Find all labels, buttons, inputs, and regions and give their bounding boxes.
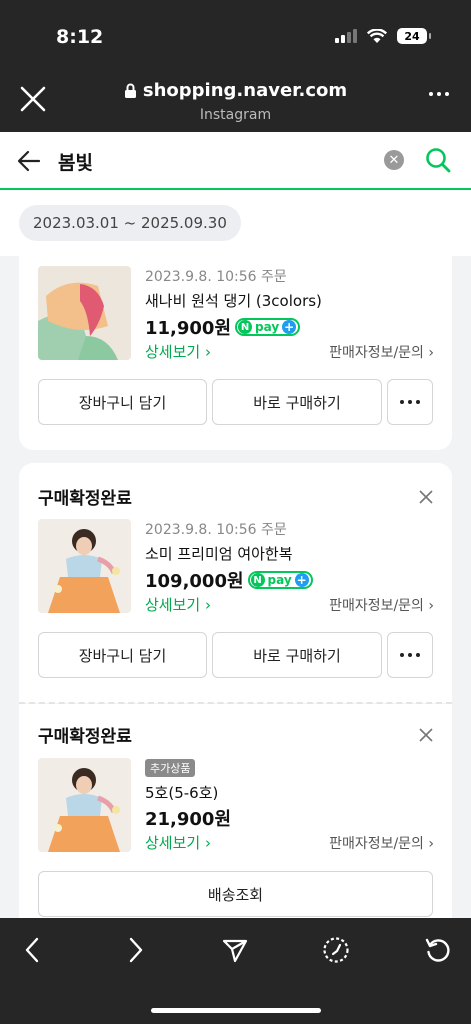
- track-shipment-button[interactable]: 배송조회: [38, 871, 433, 917]
- product-thumbnail[interactable]: [38, 758, 131, 852]
- home-indicator: [151, 1008, 321, 1013]
- order-card: 2023.9.8. 10:56 주문 새나비 원석 댕기 (3colors) 1…: [19, 256, 452, 450]
- seller-info-link[interactable]: 판매자정보/문의 ›: [329, 342, 434, 362]
- url-subtitle: Instagram: [199, 106, 272, 123]
- order-status: 구매확정완료: [38, 489, 132, 509]
- more-icon[interactable]: [429, 92, 449, 96]
- order-date: 2023.9.8. 10:56 주문: [145, 269, 287, 285]
- more-options-button[interactable]: [387, 379, 433, 425]
- detail-link[interactable]: 상세보기 ›: [145, 594, 211, 615]
- nav-back-icon[interactable]: [19, 936, 47, 964]
- address-bar[interactable]: shopping.naver.com Instagram: [0, 80, 471, 123]
- search-query[interactable]: 봄빛: [58, 148, 93, 175]
- product-name[interactable]: 소미 프리미엄 여아한복: [145, 543, 293, 564]
- search-icon[interactable]: [424, 146, 452, 174]
- product-price: 21,900원: [145, 809, 232, 830]
- lock-icon: [124, 83, 136, 98]
- seller-info-link[interactable]: 판매자정보/문의 ›: [329, 595, 434, 615]
- price-row: 109,000원 Npay +: [145, 567, 313, 593]
- filter-strip: 2023.03.01 ~ 2025.09.30: [0, 190, 471, 256]
- x-icon[interactable]: [418, 489, 434, 505]
- date-range-chip[interactable]: 2023.03.01 ~ 2025.09.30: [19, 205, 241, 241]
- product-image: [38, 266, 131, 360]
- npay-plus-icon: Npay +: [247, 571, 313, 589]
- nav-forward-icon[interactable]: [121, 936, 149, 964]
- order-status: 구매확정완료: [38, 727, 132, 747]
- detail-link[interactable]: 상세보기 ›: [145, 832, 211, 853]
- share-icon[interactable]: [221, 936, 249, 964]
- product-price: 11,900원: [145, 318, 232, 339]
- battery-icon: 24: [397, 28, 431, 44]
- product-price: 109,000원: [145, 571, 244, 592]
- clear-icon[interactable]: ✕: [384, 150, 404, 170]
- buy-now-button[interactable]: 바로 구매하기: [212, 379, 382, 425]
- buy-now-button[interactable]: 바로 구매하기: [212, 632, 382, 678]
- price-row: 21,900원: [145, 805, 231, 831]
- detail-link[interactable]: 상세보기 ›: [145, 341, 211, 362]
- product-name[interactable]: 5호(5-6호): [145, 782, 218, 803]
- order-card: 구매확정완료 2023.9.8. 10:56 주문 소미 프리미엄 여아한복 1…: [19, 463, 452, 703]
- product-name[interactable]: 새나비 원석 댕기 (3colors): [145, 290, 322, 311]
- wifi-icon: [367, 28, 387, 43]
- product-image: [38, 519, 131, 613]
- price-row: 11,900원 Npay +: [145, 314, 301, 340]
- product-thumbnail[interactable]: [38, 266, 131, 360]
- product-thumbnail[interactable]: [38, 519, 131, 613]
- compass-icon[interactable]: [322, 936, 350, 964]
- seller-info-link[interactable]: 판매자정보/문의 ›: [329, 833, 434, 853]
- reload-icon[interactable]: [424, 936, 452, 964]
- order-date: 2023.9.8. 10:56 주문: [145, 522, 287, 538]
- product-image: [38, 758, 131, 852]
- browser-header: 8:12 24 shopping.naver.com Instagram: [0, 0, 471, 132]
- more-options-button[interactable]: [387, 632, 433, 678]
- npay-plus-icon: Npay +: [235, 318, 301, 336]
- signal-icon: [335, 29, 357, 43]
- url-text: shopping.naver.com: [142, 80, 348, 101]
- order-card: 구매확정완료 추가상품 5호(5-6호) 21,900원 상세보기 › 판매자정…: [19, 704, 452, 924]
- back-arrow-icon[interactable]: [16, 148, 42, 174]
- search-header: 봄빛 ✕: [0, 132, 471, 190]
- add-to-cart-button[interactable]: 장바구니 담기: [38, 632, 207, 678]
- x-icon[interactable]: [418, 727, 434, 743]
- status-time: 8:12: [56, 26, 104, 48]
- add-to-cart-button[interactable]: 장바구니 담기: [38, 379, 207, 425]
- addon-badge: 추가상품: [145, 759, 196, 777]
- status-icons: 24: [335, 28, 431, 44]
